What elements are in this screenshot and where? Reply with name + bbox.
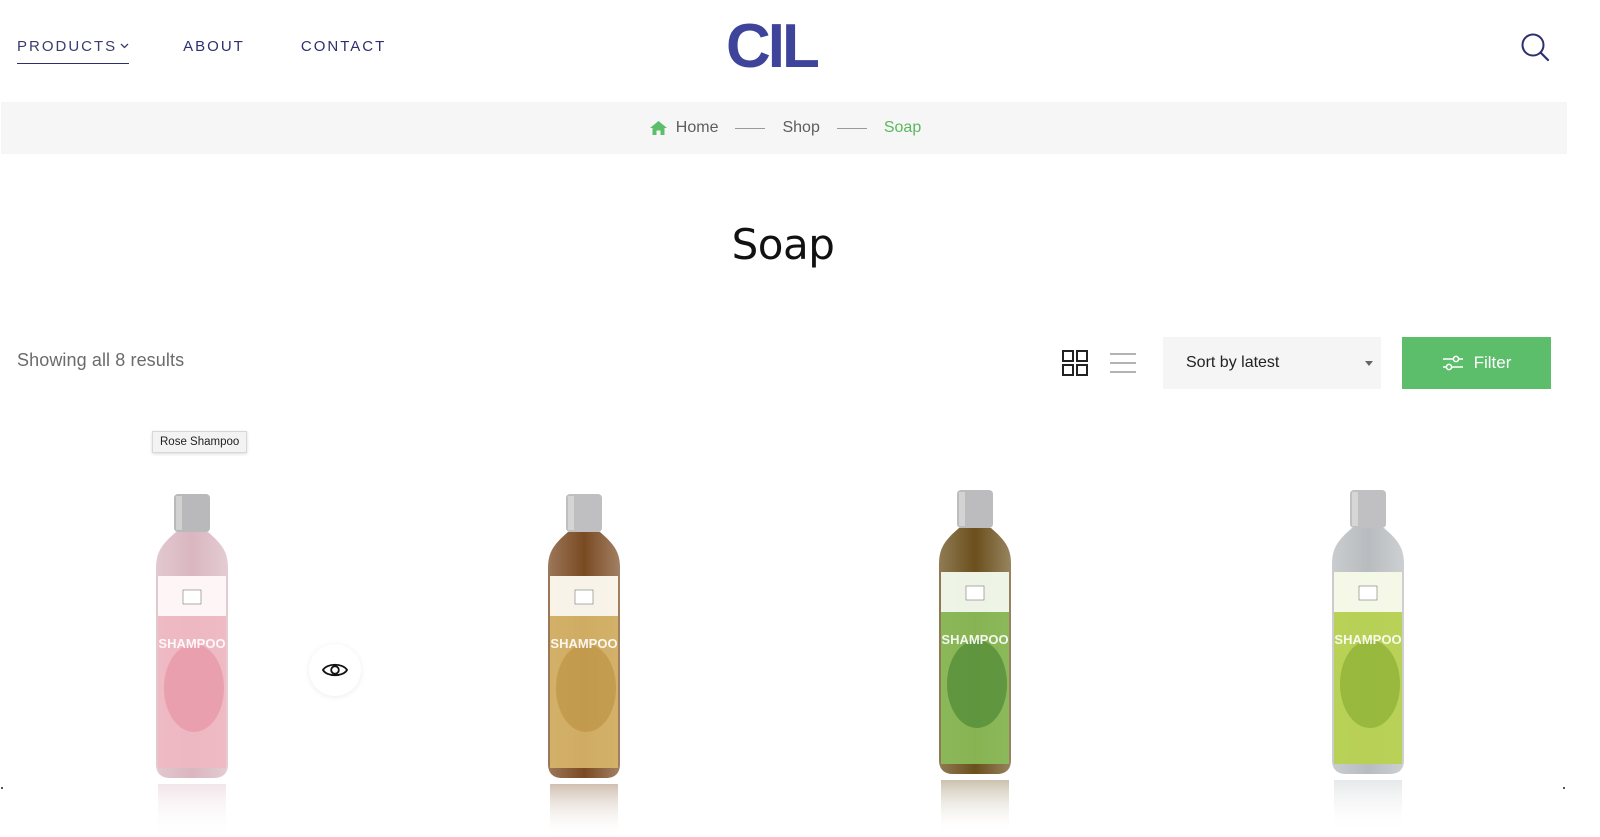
product-card[interactable]: SHAMPOO (434, 470, 734, 837)
product-image[interactable]: SHAMPOO (1328, 484, 1408, 834)
chevron-down-icon (120, 41, 129, 52)
edge-mark (1563, 787, 1565, 789)
list-view-icon[interactable] (1109, 351, 1137, 375)
breadcrumb: Home Shop Soap (1, 102, 1567, 154)
sort-select[interactable]: Sort by latest (1163, 337, 1381, 389)
bottle-reflection (158, 784, 226, 837)
site-header: PRODUCTS ABOUT CONTACT CIL (0, 0, 1600, 102)
product-card[interactable]: SHAMPOO (1218, 470, 1518, 837)
caret-down-icon (1365, 361, 1373, 366)
svg-text:SHAMPOO: SHAMPOO (158, 636, 225, 651)
breadcrumb-trail: Home Shop Soap (649, 119, 921, 137)
nav-contact[interactable]: CONTACT (301, 38, 386, 64)
sort-selected-label: Sort by latest (1186, 354, 1280, 371)
product-image[interactable]: SHAMPOO (544, 488, 624, 837)
product-card[interactable]: SHAMPOO (42, 470, 342, 837)
eye-icon (322, 663, 348, 677)
breadcrumb-home[interactable]: Home (649, 119, 719, 137)
quick-view-button[interactable] (309, 644, 361, 696)
breadcrumb-separator (836, 127, 867, 129)
svg-text:SHAMPOO: SHAMPOO (1334, 632, 1401, 647)
sliders-icon (1442, 355, 1463, 371)
bottle-reflection (550, 784, 618, 837)
nav-products-label: PRODUCTS (17, 38, 118, 55)
svg-text:SHAMPOO: SHAMPOO (550, 636, 617, 651)
results-count: Showing all 8 results (17, 350, 185, 370)
edge-mark (1, 787, 3, 789)
page-title: Soap (731, 220, 835, 269)
filter-button[interactable]: Filter (1402, 337, 1551, 389)
bottle-reflection (1334, 780, 1402, 834)
breadcrumb-current: Soap (883, 119, 922, 136)
product-image[interactable]: SHAMPOO (152, 488, 232, 837)
nav-products[interactable]: PRODUCTS (17, 38, 130, 64)
grid-view-icon[interactable] (1062, 350, 1088, 376)
product-image[interactable]: SHAMPOO (935, 484, 1015, 834)
breadcrumb-home-label: Home (675, 119, 719, 136)
product-card[interactable]: SHAMPOO (825, 470, 1125, 837)
main-nav: PRODUCTS ABOUT CONTACT (17, 38, 386, 64)
filter-label: Filter (1473, 353, 1512, 372)
breadcrumb-separator (735, 127, 766, 129)
product-tooltip: Rose Shampoo (152, 431, 248, 453)
bottle-reflection (941, 780, 1009, 834)
search-icon[interactable] (1520, 32, 1550, 62)
breadcrumb-shop[interactable]: Shop (782, 119, 819, 137)
site-logo[interactable]: CIL (726, 12, 820, 82)
nav-about[interactable]: ABOUT (183, 38, 245, 64)
svg-text:SHAMPOO: SHAMPOO (941, 632, 1008, 647)
home-icon (649, 121, 667, 135)
